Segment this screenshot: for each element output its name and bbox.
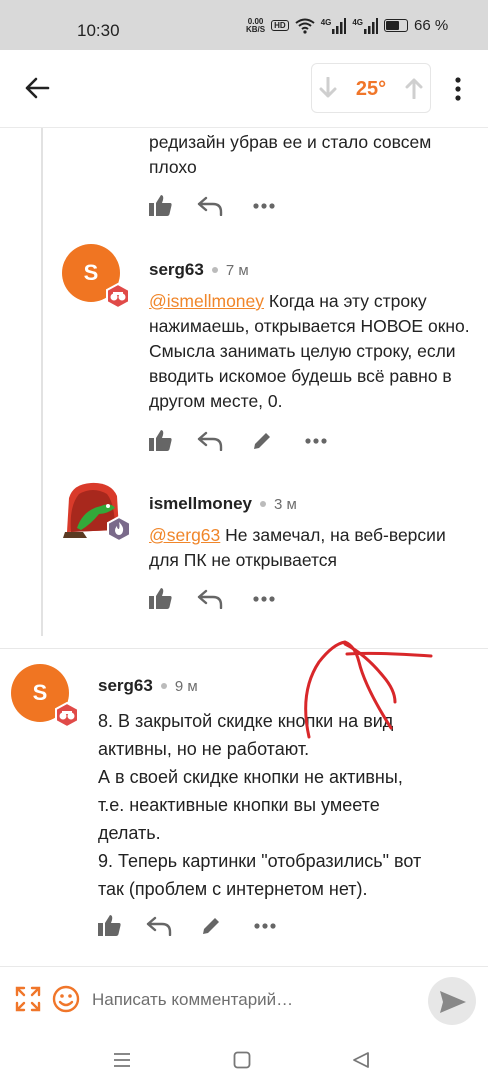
signal-2-icon: 4G xyxy=(352,17,379,34)
separator-dot xyxy=(260,501,266,507)
comment-header: serg63 7 м xyxy=(149,260,249,280)
comment-header: ismellmoney 3 м xyxy=(149,494,297,514)
comment-actions xyxy=(149,587,289,611)
system-nav-bar xyxy=(0,1036,488,1090)
comment-time: 9 м xyxy=(174,677,198,695)
reply-icon[interactable] xyxy=(146,916,172,936)
arrow-left-icon[interactable] xyxy=(24,76,50,100)
mention-link[interactable]: @ismellmoney xyxy=(149,291,264,311)
net-speed-indicator: 0.00 KB/S xyxy=(246,16,266,34)
rating-widget: 25° xyxy=(311,63,431,113)
comment-author[interactable]: serg63 xyxy=(149,260,204,280)
thumbs-up-icon[interactable] xyxy=(149,587,173,609)
comment-text: @ismellmoney Когда на эту строку нажимае… xyxy=(149,291,470,411)
comment-actions xyxy=(149,429,339,453)
home-icon[interactable] xyxy=(233,1051,251,1069)
fire-badge-icon xyxy=(107,516,131,542)
app-bar: 25° xyxy=(0,50,488,128)
comment-text: редизайн убрав ее и стало совсем плохо xyxy=(149,132,432,177)
back-icon[interactable] xyxy=(352,1051,370,1069)
separator-dot xyxy=(160,683,167,689)
hd-icon: HD xyxy=(271,20,289,31)
battery-icon xyxy=(384,19,409,32)
comment-header: serg63 9 м xyxy=(98,676,198,696)
signal-1-icon: 4G xyxy=(321,17,347,34)
comment-input-bar: Написать комментарий… xyxy=(0,966,488,1037)
thumbs-up-icon[interactable] xyxy=(149,429,173,451)
more-horizontal-icon[interactable] xyxy=(253,596,275,602)
status-bar: 10:30 0.00 KB/S HD 4G 4G 66 % xyxy=(0,0,488,50)
comment-actions xyxy=(98,914,288,938)
wifi-icon xyxy=(295,18,315,34)
edit-icon[interactable] xyxy=(251,430,273,452)
mention-link[interactable]: @serg63 xyxy=(149,525,220,545)
more-horizontal-icon[interactable] xyxy=(254,923,276,929)
binoculars-badge-icon xyxy=(106,283,130,309)
separator-dot xyxy=(211,267,218,273)
emoji-icon[interactable] xyxy=(52,985,80,1013)
thumbs-up-icon[interactable] xyxy=(149,194,173,216)
comment-author[interactable]: ismellmoney xyxy=(149,494,252,514)
more-horizontal-icon[interactable] xyxy=(305,438,327,444)
comment-time: 7 м xyxy=(225,261,249,279)
status-time: 10:30 xyxy=(77,21,120,40)
arrow-up-icon[interactable] xyxy=(404,77,424,99)
scribble-annotation xyxy=(304,640,433,739)
comment-input[interactable]: Написать комментарий… xyxy=(92,990,293,1010)
battery-percent: 66 % xyxy=(414,17,449,34)
menu-icon[interactable] xyxy=(113,1052,131,1068)
comment-author[interactable]: serg63 xyxy=(98,676,153,696)
comment-partial: редизайн убрав ее и стало совсем плохо xyxy=(149,130,469,180)
thumbs-up-icon[interactable] xyxy=(98,914,122,936)
status-icons: 0.00 KB/S HD 4G 4G 66 % xyxy=(246,17,448,34)
comment-actions xyxy=(149,194,289,218)
more-vertical-icon[interactable] xyxy=(452,76,464,102)
edit-icon[interactable] xyxy=(200,915,222,937)
comment-text: @serg63 Не замечал, на веб-версии для ПК… xyxy=(149,525,446,570)
reply-icon[interactable] xyxy=(197,431,223,451)
comment-time: 3 м xyxy=(274,495,297,513)
reply-icon[interactable] xyxy=(197,196,223,216)
thread-line xyxy=(41,128,43,636)
reply-icon[interactable] xyxy=(197,589,223,609)
more-horizontal-icon[interactable] xyxy=(253,203,275,209)
binoculars-badge-icon xyxy=(55,702,79,728)
send-icon xyxy=(440,991,466,1013)
send-button[interactable] xyxy=(428,977,476,1025)
expand-icon[interactable] xyxy=(15,986,41,1012)
